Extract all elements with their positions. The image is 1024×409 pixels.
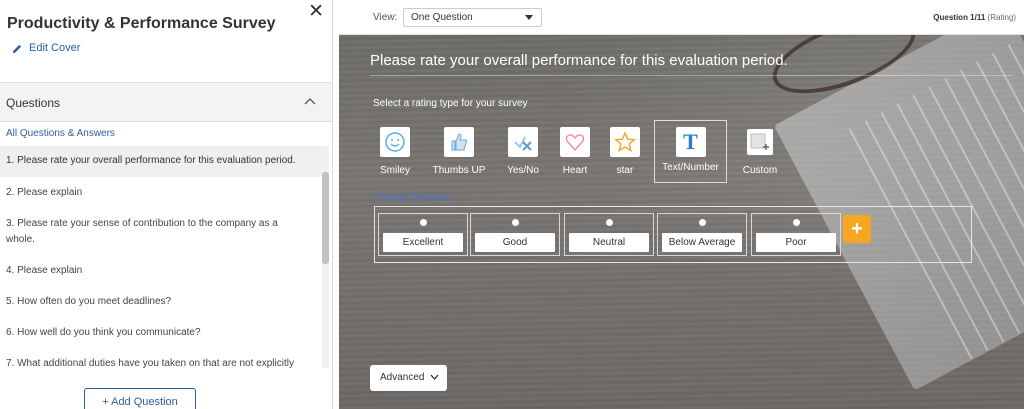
question-title[interactable]: Please rate your overall performance for… [370,52,788,69]
rating-option: Excellent [378,213,468,256]
rating-options-container: Excellent Good Neutral Below Average Poo… [374,206,972,263]
rating-type-label: Text/Number [662,162,719,173]
rating-option: Poor [751,213,841,256]
smiley-icon [380,127,410,157]
view-select-value: One Question [411,12,473,23]
rating-option: Neutral [564,213,654,256]
thumbs-up-icon [444,127,474,157]
rating-type-label: Smiley [379,165,410,176]
close-icon[interactable]: ✕ [308,2,324,22]
rating-type-star[interactable]: star [589,121,661,183]
option-radio[interactable] [793,219,800,226]
option-label-button[interactable]: Poor [756,233,836,252]
advanced-label: Advanced [380,372,425,383]
question-list: 1. Please rate your overall performance … [0,146,324,370]
rating-type-custom[interactable]: Custom [724,121,796,183]
rating-option: Below Average [657,213,747,256]
pencil-icon [12,44,22,53]
top-toolbar: View: One Question Question 1/11 (Rating… [339,0,1024,35]
dropdown-arrow-icon [525,15,533,20]
option-radio[interactable] [512,219,519,226]
view-label: View: [373,12,398,23]
scrollbar-thumb[interactable] [322,172,329,264]
list-item[interactable]: 4. Please explain [0,255,324,286]
question-type-label: (Rating) [987,13,1016,22]
add-option-button[interactable]: + [843,215,871,243]
questions-header-label: Questions [6,96,61,110]
add-question-button[interactable]: + Add Question [84,388,196,409]
list-item[interactable]: 2. Please explain [0,177,324,208]
rating-type-smiley[interactable]: Smiley [359,121,431,183]
rating-option: Good [470,213,560,256]
question-counter: Question 1/11 (Rating) [933,13,1016,22]
option-label-button[interactable]: Below Average [662,233,742,252]
rating-type-label: Thumbs UP [432,165,486,176]
title-underline [370,75,1013,76]
question-editor: Please rate your overall performance for… [339,35,1024,409]
chevron-down-icon [430,374,439,380]
star-icon [610,127,640,157]
rating-type-thumbs-up[interactable]: Thumbs UP [423,121,495,183]
edit-cover-label: Edit Cover [29,42,81,54]
sidebar-scrollbar[interactable] [322,146,329,368]
question-counter-value: Question 1/11 [933,13,986,22]
list-item[interactable]: 7. What additional duties have you taken… [0,348,324,370]
text-t-icon: T [675,127,706,157]
check-x-icon [508,127,538,157]
chevron-up-icon[interactable] [303,95,317,109]
option-label-button[interactable]: Good [475,233,555,252]
change-template-link[interactable]: Change Template [373,192,451,203]
advanced-dropdown-button[interactable]: Advanced [370,365,447,391]
list-item[interactable]: 6. How well do you think you communicate… [0,317,324,348]
rating-type-label: Custom [742,165,778,176]
view-mode-select[interactable]: One Question [403,8,542,27]
list-item[interactable]: 3. Please rate your sense of contributio… [0,208,324,255]
option-radio[interactable] [420,219,427,226]
option-radio[interactable] [606,219,613,226]
list-item[interactable]: 5. How often do you meet deadlines? [0,286,324,317]
question-sidebar: ✕ Productivity & Performance Survey Edit… [0,0,333,409]
rating-type-prompt: Select a rating type for your survey [373,98,528,109]
option-label-button[interactable]: Excellent [383,233,463,252]
all-questions-answers-link[interactable]: All Questions & Answers [6,128,115,139]
heart-icon [560,127,590,157]
option-radio[interactable] [699,219,706,226]
questions-section-header[interactable]: Questions [0,82,332,122]
list-item[interactable]: 1. Please rate your overall performance … [0,146,324,177]
survey-title: Productivity & Performance Survey [7,15,276,32]
rating-type-label: star [616,165,634,176]
option-label-button[interactable]: Neutral [569,233,649,252]
rating-type-text-number[interactable]: T Text/Number [654,120,727,183]
custom-image-icon [747,129,773,155]
edit-cover-link[interactable]: Edit Cover [12,42,80,54]
